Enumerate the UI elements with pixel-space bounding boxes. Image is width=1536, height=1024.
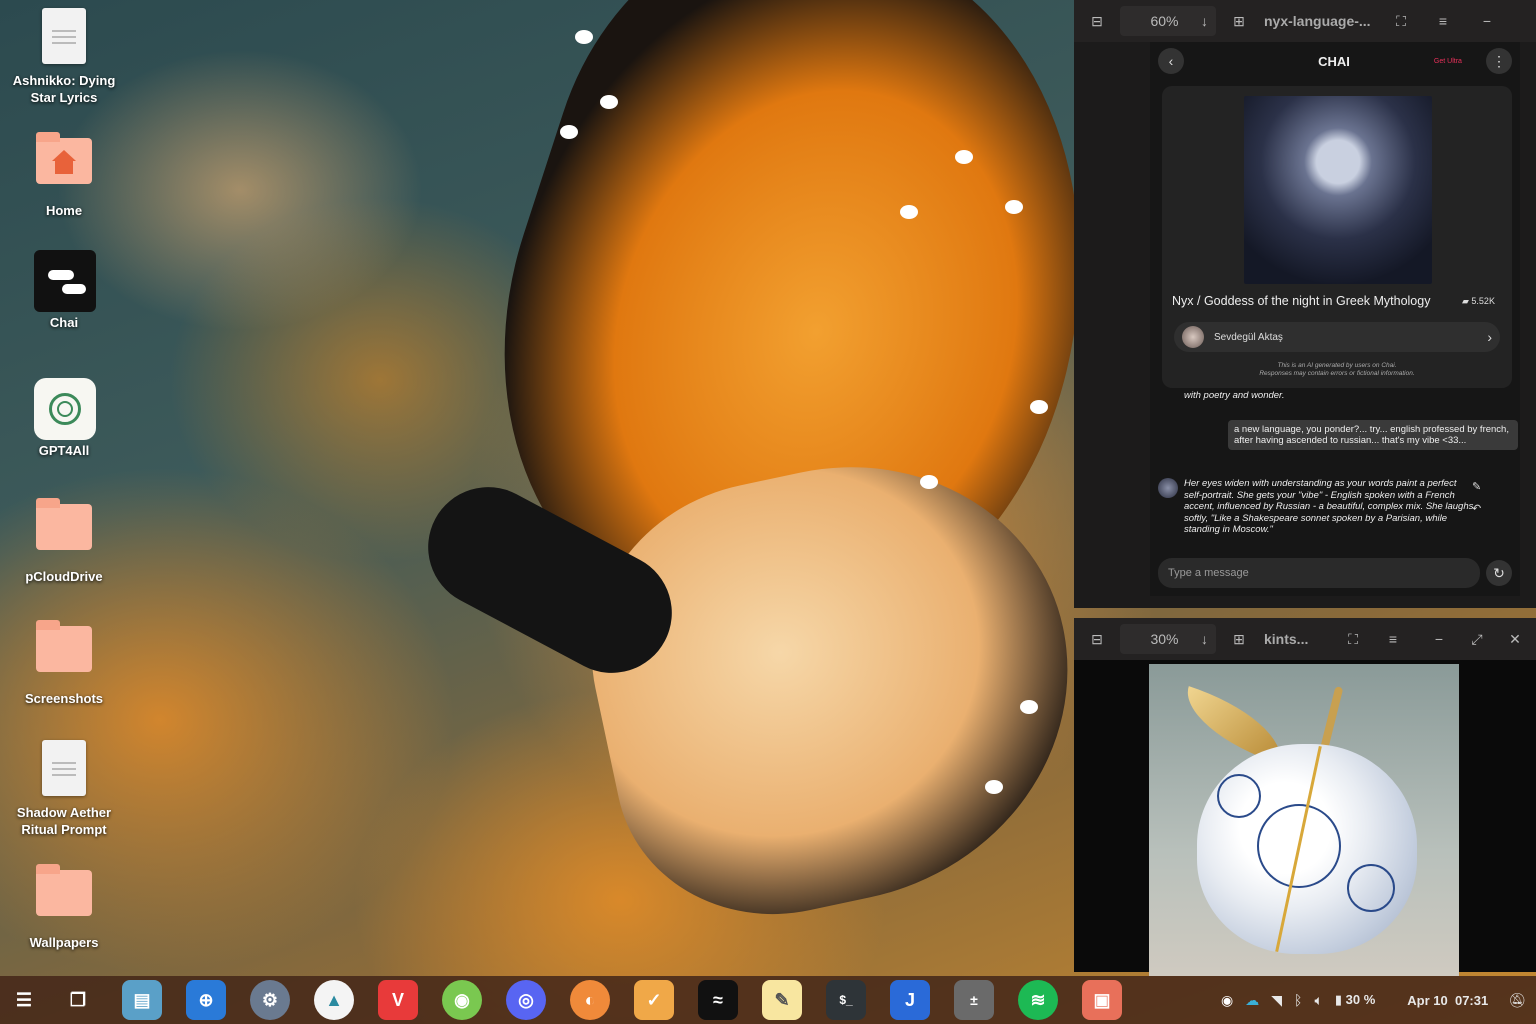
battery-status[interactable]: ▮ 30 % <box>1335 992 1375 1008</box>
launcher-icon[interactable]: ☰ <box>4 980 44 1020</box>
notifications-off-icon[interactable]: 🔕︎ <box>1508 992 1526 1009</box>
chevron-right-icon: › <box>1487 329 1492 345</box>
message-input[interactable]: Type a message <box>1158 558 1480 588</box>
workspaces-icon[interactable]: ❐ <box>58 980 98 1020</box>
taskbar: ☰ ❐ ▤ ⊕ ⚙ ▲ V ◉ ◎ ◐ ✓ ≈ ✎ $_ J ± ≋ ▣ ◉ ☁… <box>0 976 1536 1024</box>
chai-taskbar-icon[interactable]: ≈ <box>698 980 738 1020</box>
image-viewer-window-top[interactable]: ⊟ 60% ↓ ⊞ nyx-language-... ⛶ ≡ − ‹ CHAI G… <box>1074 0 1536 608</box>
settings-gear-icon[interactable]: ⚙ <box>250 980 290 1020</box>
system-tray: ◉ ☁ ◥ ᛒ 🔈︎ ▮ 30 % Apr 10 07:31 🔕︎ <box>1221 976 1536 1024</box>
folder-icon <box>36 620 92 672</box>
bot-avatar <box>1158 478 1178 498</box>
app-title: CHAI <box>1318 53 1350 69</box>
file-manager-icon[interactable]: ▤ <box>122 980 162 1020</box>
porcelain-apple <box>1197 744 1417 954</box>
kintsugi-apple-image <box>1149 664 1459 976</box>
undo-icon[interactable]: ↶ <box>1472 502 1481 515</box>
tasks-icon[interactable]: ✓ <box>634 980 674 1020</box>
chat-count: ▰ 5.52K <box>1462 296 1495 306</box>
character-name: Nyx / Goddess of the night in Greek Myth… <box>1172 294 1431 308</box>
partial-message: with poetry and wonder. <box>1184 390 1285 401</box>
gpt4all-app-icon <box>34 378 96 440</box>
chat-header: ‹ CHAI Get Ultra ⋮ <box>1150 42 1520 80</box>
desktop-icon-chai[interactable]: Chai <box>8 250 120 331</box>
calculator-icon[interactable]: ± <box>954 980 994 1020</box>
window-title: nyx-language-... <box>1264 13 1371 29</box>
refresh-icon[interactable]: ↻ <box>1486 560 1512 586</box>
desktop-icon-ashnikko[interactable]: Ashnikko: Dying Star Lyrics <box>8 8 120 106</box>
disclaimer: This is an AI generated by users on Chai… <box>1259 362 1415 377</box>
notes-icon[interactable]: ✎ <box>762 980 802 1020</box>
desktop-icon-wallpapers[interactable]: Wallpapers <box>8 862 120 951</box>
desktop-icon-shadow-aether[interactable]: Shadow Aether Ritual Prompt <box>8 740 120 838</box>
menu-button[interactable]: ≡ <box>1378 624 1408 654</box>
image-viewer-window-bottom[interactable]: ⊟ 30% ↓ ⊞ kints... ⛶ ≡ − ⤢ ✕ <box>1074 618 1536 976</box>
character-card: Nyx / Goddess of the night in Greek Myth… <box>1162 86 1512 388</box>
get-ultra-link[interactable]: Get Ultra <box>1434 58 1462 65</box>
battery-icon: ▮ <box>1334 992 1346 1007</box>
maximize-button[interactable]: ⤢ <box>1462 624 1492 654</box>
discord-icon[interactable]: ◎ <box>506 980 546 1020</box>
menu-button[interactable]: ≡ <box>1428 6 1458 36</box>
minimize-button[interactable]: − <box>1424 624 1454 654</box>
chat-screenshot: ‹ CHAI Get Ultra ⋮ Nyx / Goddess of the … <box>1150 42 1520 596</box>
cloud-sync-icon[interactable]: ☁ <box>1245 992 1259 1009</box>
zoom-level-box[interactable]: 60% ↓ <box>1120 6 1216 36</box>
zoom-level-box[interactable]: 30% ↓ <box>1120 624 1216 654</box>
document-icon <box>42 740 86 796</box>
firefox-icon[interactable]: ◐ <box>570 980 610 1020</box>
mountain-app-icon[interactable]: ▲ <box>314 980 354 1020</box>
character-portrait <box>1244 96 1432 284</box>
bot-message: Her eyes widen with understanding as you… <box>1184 478 1474 535</box>
chevron-down-icon: ↓ <box>1201 13 1208 29</box>
desktop-icon-home[interactable]: Home <box>8 130 120 219</box>
chai-app-icon <box>34 250 96 312</box>
android-icon[interactable]: ◉ <box>442 980 482 1020</box>
chat-bubble-icon: ▰ <box>1462 296 1472 306</box>
terminal-icon[interactable]: $_ <box>826 980 866 1020</box>
zoom-out-button[interactable]: ⊟ <box>1082 624 1112 654</box>
fullscreen-button[interactable]: ⛶ <box>1338 624 1368 654</box>
folder-icon <box>36 864 92 916</box>
vivaldi-icon[interactable]: V <box>378 980 418 1020</box>
edit-icon[interactable]: ✎ <box>1472 480 1481 493</box>
spotify-icon[interactable]: ≋ <box>1018 980 1058 1020</box>
home-folder-icon <box>36 132 92 184</box>
desktop-icon-pclouddrive[interactable]: pCloudDrive <box>8 496 120 585</box>
fullscreen-button[interactable]: ⛶ <box>1386 6 1416 36</box>
creator-row[interactable]: Sevdegül Aktaş › <box>1174 322 1500 352</box>
desktop-icon-gpt4all[interactable]: GPT4All <box>8 378 120 459</box>
window-title: kints... <box>1264 631 1309 647</box>
close-button[interactable]: ✕ <box>1500 624 1530 654</box>
zoom-in-button[interactable]: ⊞ <box>1224 624 1254 654</box>
document-icon <box>42 8 86 64</box>
clock[interactable]: Apr 10 07:31 <box>1407 993 1488 1008</box>
minimize-button[interactable]: − <box>1472 6 1502 36</box>
desktop-icon-screenshots[interactable]: Screenshots <box>8 618 120 707</box>
volume-icon[interactable]: 🔈︎ <box>1314 992 1322 1009</box>
wifi-icon[interactable]: ◥ <box>1271 992 1282 1009</box>
app-store-icon[interactable]: ⊕ <box>186 980 226 1020</box>
joplin-icon[interactable]: J <box>890 980 930 1020</box>
zoom-in-button[interactable]: ⊞ <box>1224 6 1254 36</box>
spotify-tray-icon[interactable]: ◉ <box>1221 992 1233 1009</box>
bluetooth-icon[interactable]: ᛒ <box>1294 992 1302 1008</box>
viewer-toolbar: ⊟ 60% ↓ ⊞ nyx-language-... ⛶ ≡ − <box>1074 0 1536 42</box>
more-options-icon[interactable]: ⋮ <box>1485 48 1512 74</box>
back-icon[interactable]: ‹ <box>1158 48 1184 74</box>
folder-icon <box>36 498 92 550</box>
chevron-down-icon: ↓ <box>1201 631 1208 647</box>
user-message: a new language, you ponder?... try... en… <box>1228 420 1518 450</box>
avatar <box>1182 326 1204 348</box>
viewer-toolbar: ⊟ 30% ↓ ⊞ kints... ⛶ ≡ − ⤢ ✕ <box>1074 618 1536 660</box>
photos-icon[interactable]: ▣ <box>1082 980 1122 1020</box>
zoom-out-button[interactable]: ⊟ <box>1082 6 1112 36</box>
